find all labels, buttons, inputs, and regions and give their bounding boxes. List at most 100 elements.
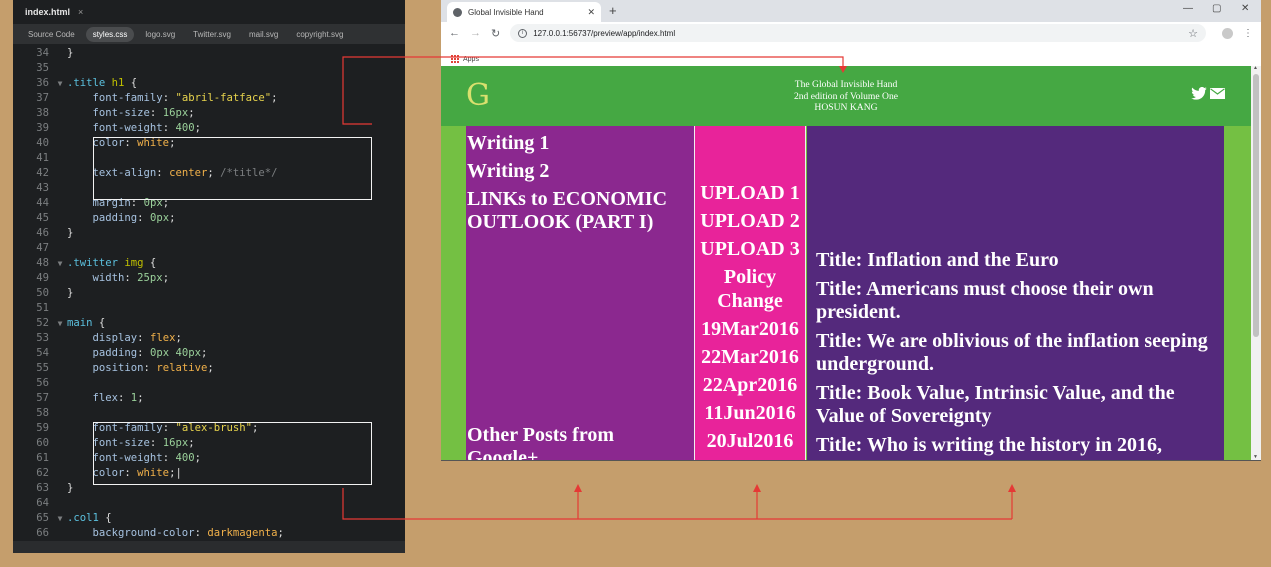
code-token: flex [92, 392, 119, 404]
menu-dots-icon[interactable]: ⋮ [1243, 28, 1253, 39]
col2-link[interactable]: 22Apr2016 [695, 373, 805, 397]
info-icon[interactable]: i [518, 28, 528, 38]
browser-tab[interactable]: Global Invisible Hand ✕ [447, 2, 601, 22]
scroll-up-icon[interactable]: ▲ [1253, 65, 1258, 71]
code-line[interactable]: 48 ▼ .twitter img { [13, 256, 405, 271]
fold-arrow-icon[interactable]: ▼ [53, 316, 67, 331]
fold-arrow-icon [53, 46, 67, 61]
code-line[interactable]: 58 [13, 406, 405, 421]
back-arrow-icon[interactable]: ← [449, 27, 460, 39]
col2-link[interactable]: UPLOAD 1 [695, 181, 805, 205]
code-line[interactable]: 66 background-color: darkmagenta; [13, 526, 405, 541]
editor-horizontal-scrollbar[interactable] [13, 541, 405, 553]
other-posts-link[interactable]: Other Posts from Google+ [467, 424, 687, 460]
col3-title-link[interactable]: Title: We are oblivious of the inflation… [816, 330, 1221, 376]
code-line[interactable]: 36 ▼ .title h1 { [13, 76, 405, 91]
related-file-tab[interactable]: Twitter.svg [186, 27, 238, 42]
code-line[interactable]: 46} [13, 226, 405, 241]
col1-link[interactable]: Writing 1 [467, 132, 694, 155]
col2-link[interactable]: UPLOAD 2 [695, 209, 805, 233]
code-line[interactable]: 38 font-size: 16px; [13, 106, 405, 121]
related-file-tab[interactable]: copyright.svg [289, 27, 350, 42]
related-file-tab[interactable]: mail.svg [242, 27, 285, 42]
code-token: ; [162, 272, 170, 284]
code-line[interactable]: 51 [13, 301, 405, 316]
maximize-icon[interactable]: ▢ [1212, 3, 1221, 14]
url-field[interactable]: i 127.0.0.1:56737/preview/app/index.html… [510, 24, 1206, 42]
profile-avatar-icon[interactable] [1222, 27, 1233, 39]
related-file-tab[interactable]: logo.svg [138, 27, 182, 42]
fold-arrow-icon [53, 286, 67, 301]
col3-title-link[interactable]: Title: Americans must choose their own p… [816, 278, 1221, 324]
code-token: ; [207, 362, 214, 374]
site-logo[interactable]: G [466, 78, 490, 113]
page-vertical-scrollbar[interactable]: ▲ ▼ [1251, 65, 1261, 460]
code-line[interactable]: 56 [13, 376, 405, 391]
fold-arrow-icon[interactable]: ▼ [53, 76, 67, 91]
code-line[interactable]: 45 padding: 0px; [13, 211, 405, 226]
scroll-down-icon[interactable]: ▼ [1253, 454, 1258, 460]
code-text: background-color: darkmagenta; [67, 526, 284, 541]
page-viewport: G The Global Invisible Hand 2nd edition … [441, 66, 1251, 460]
col2-link[interactable]: 11Jun2016 [695, 401, 805, 425]
related-file-tab[interactable]: styles.css [85, 26, 135, 42]
url-text[interactable]: 127.0.0.1:56737/preview/app/index.html [533, 29, 1182, 38]
mail-icon[interactable] [1210, 88, 1225, 99]
col2-link[interactable]: Policy Change [695, 265, 805, 313]
code-line[interactable]: 35 [13, 61, 405, 76]
new-tab-icon[interactable]: + [609, 3, 617, 18]
fold-arrow-icon[interactable]: ▼ [53, 511, 67, 526]
star-icon[interactable]: ☆ [1188, 27, 1198, 40]
line-number: 61 [36, 452, 49, 464]
col1-link[interactable]: Writing 2 [467, 160, 694, 183]
code-line[interactable]: 34} [13, 46, 405, 61]
code-area[interactable]: 34} 35 36 ▼ .title h1 {37 font-family: "abri… [13, 44, 405, 541]
code-line[interactable]: 49 width: 25px; [13, 271, 405, 286]
code-line[interactable]: 37 font-family: "abril-fatface"; [13, 91, 405, 106]
code-token: : [137, 347, 150, 359]
file-tab-index-html[interactable]: index.html × [21, 0, 87, 24]
reload-icon[interactable]: ↻ [491, 27, 500, 40]
code-line[interactable]: 53 display: flex; [13, 331, 405, 346]
col2-link[interactable]: 22Mar2016 [695, 345, 805, 369]
col2-link[interactable]: UPLOAD 3 [695, 237, 805, 261]
code-line[interactable]: 64 [13, 496, 405, 511]
code-token: background-color [92, 527, 195, 539]
forward-arrow-icon[interactable]: → [470, 27, 481, 39]
close-tab-icon[interactable]: ✕ [587, 7, 595, 18]
code-token: } [67, 287, 74, 299]
code-line[interactable]: 55 position: relative; [13, 361, 405, 376]
close-window-icon[interactable]: ✕ [1241, 3, 1249, 14]
fold-arrow-icon[interactable]: ▼ [53, 256, 67, 271]
close-icon[interactable]: × [78, 7, 83, 17]
col3-title-link[interactable]: Title: Book Value, Intrinsic Value, and … [816, 382, 1221, 428]
related-file-tab[interactable]: Source Code [21, 27, 82, 42]
code-token: { [98, 512, 112, 524]
col3-title-link[interactable]: Title: Who is writing the history in 201… [816, 434, 1221, 457]
twitter-icon[interactable] [1191, 87, 1207, 100]
fold-arrow-icon [53, 496, 67, 511]
column-1: Writing 1 Writing 2 LINKs to ECONOMIC OUTL… [466, 126, 694, 460]
scrollbar-thumb[interactable] [1253, 74, 1259, 337]
minimize-icon[interactable]: — [1183, 3, 1193, 14]
code-line[interactable]: 47 [13, 241, 405, 256]
col3-title-link[interactable]: Title: Inflation and the Euro [816, 249, 1221, 272]
code-token: "abril-fatface" [175, 92, 272, 104]
code-line[interactable]: 54 padding: 0px 40px; [13, 346, 405, 361]
code-line[interactable]: 39 font-weight: 400; [13, 121, 405, 136]
arrowhead-col3 [1008, 484, 1016, 492]
col1-link[interactable]: LINKs to ECONOMIC OUTLOOK (PART I) [467, 188, 694, 234]
code-token: .twitter [67, 257, 125, 269]
apps-grid-icon[interactable] [451, 55, 459, 63]
apps-bookmark[interactable]: Apps [463, 56, 479, 63]
col2-link[interactable]: 19Mar2016 [695, 317, 805, 341]
col2-link[interactable]: 20Jul2016 [695, 429, 805, 453]
code-line[interactable]: 57 flex: 1; [13, 391, 405, 406]
fold-arrow-icon [53, 241, 67, 256]
code-line[interactable]: 65 ▼ .col1 { [13, 511, 405, 526]
code-token: 25px [137, 272, 163, 284]
line-number: 59 [36, 422, 49, 434]
code-line[interactable]: 50} [13, 286, 405, 301]
code-line[interactable]: 52 ▼ main { [13, 316, 405, 331]
